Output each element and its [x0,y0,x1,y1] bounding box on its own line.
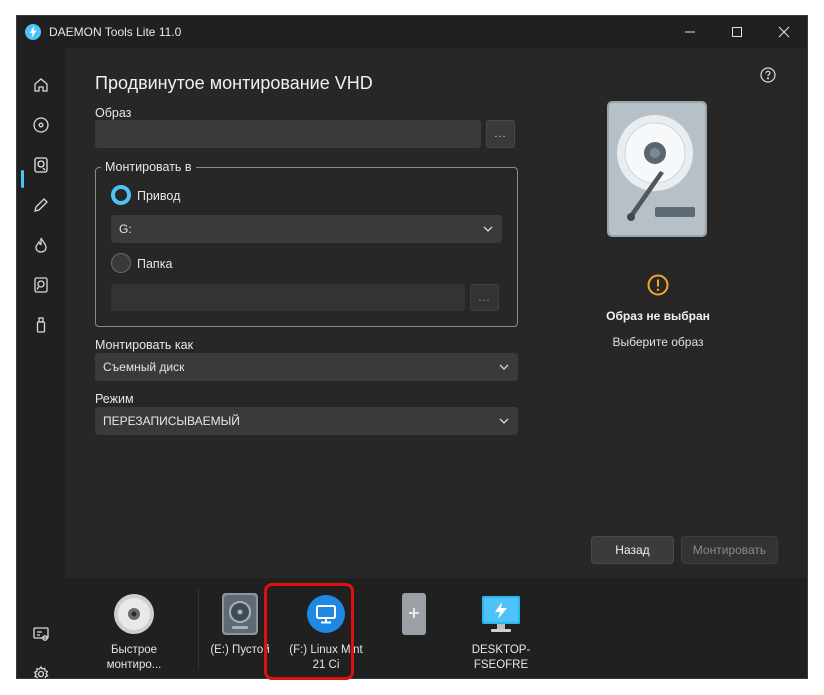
desktop-computer-icon [482,596,520,632]
chevron-down-icon [499,418,509,424]
usb-icon [36,317,46,333]
mode-label: Режим [95,392,134,406]
back-button[interactable]: Назад [591,536,674,564]
mode-select[interactable]: ПЕРЕЗАПИСЫВАЕМЫЙ [95,407,518,435]
maximize-icon [732,27,742,37]
image-label: Образ [95,106,132,120]
image-mount-icon [34,157,48,173]
nav-disc[interactable] [29,113,53,137]
left-sidebar [17,48,65,678]
tray-quick-mount[interactable]: Быстрое монтиро... [89,578,179,678]
disc-icon [33,117,49,133]
chevron-down-icon [483,226,493,232]
tray-item-label: DESKTOP-FSEOFRE [471,644,531,671]
maximize-button[interactable] [714,16,760,48]
folder-path-input[interactable] [111,284,465,311]
tray-add-drive[interactable] [369,578,459,678]
home-icon [34,78,48,92]
hard-drive-icon [607,101,707,237]
nav-image-mount[interactable] [29,153,53,177]
mount-to-label: Монтировать в [101,160,196,174]
minimize-icon [685,31,695,33]
chevron-down-icon [499,364,509,370]
tray-item-label: (E:) Пустой [210,644,270,656]
folder-radio[interactable] [111,253,131,273]
window-title: DAEMON Tools Lite 11.0 [49,25,182,39]
quick-mount-icon [114,594,154,634]
folder-option-label: Папка [137,257,173,271]
burn-icon [35,237,47,253]
title-bar: DAEMON Tools Lite 11.0 [17,16,807,48]
mount-button[interactable]: Монтировать [681,536,778,564]
license-icon [33,627,49,641]
nav-settings[interactable] [29,662,53,678]
mount-as-label: Монтировать как [95,338,194,352]
image-path-input[interactable] [95,120,481,148]
warning-icon [647,274,669,296]
disk-search-icon [34,277,48,293]
image-browse-button[interactable]: ... [486,120,515,148]
mode-value: ПЕРЕЗАПИСЫВАЕМЫЙ [103,414,240,428]
edit-icon [34,198,48,212]
page-title: Продвинутое монтирование VHD [95,73,373,93]
mount-as-select[interactable]: Съемный диск [95,353,518,381]
device-tray: Быстрое монтиро... (E:) Пустой (F:) Linu… [65,578,807,678]
close-icon [778,26,790,38]
nav-edit[interactable] [29,193,53,217]
highlight-annotation [264,583,354,680]
nav-usb[interactable] [29,313,53,337]
nav-disk-search[interactable] [29,273,53,297]
daemon-tools-logo-icon [25,24,41,40]
drive-option-label: Привод [137,189,181,203]
settings-icon [33,665,49,678]
empty-drive-icon [222,593,258,635]
drive-select-value: G: [119,222,132,236]
no-image-status: Образ не выбран [606,309,710,323]
active-indicator [21,170,24,188]
mount-as-value: Съемный диск [103,360,185,374]
tray-item-label: Быстрое монтиро... [106,644,162,671]
add-drive-icon [402,593,426,635]
minimize-button[interactable] [667,16,713,48]
app-window: DAEMON Tools Lite 11.0 Продвинутое монти… [16,15,808,679]
help-icon[interactable] [760,67,776,83]
drive-select[interactable]: G: [111,215,502,243]
nav-license[interactable] [29,622,53,646]
nav-home[interactable] [29,73,53,97]
nav-burn[interactable] [29,233,53,257]
choose-image-hint: Выберите образ [612,335,704,349]
folder-browse-button[interactable]: ... [470,284,499,311]
tray-desktop[interactable]: DESKTOP-FSEOFRE [456,578,546,678]
close-button[interactable] [761,16,807,48]
drive-radio[interactable] [111,185,131,205]
